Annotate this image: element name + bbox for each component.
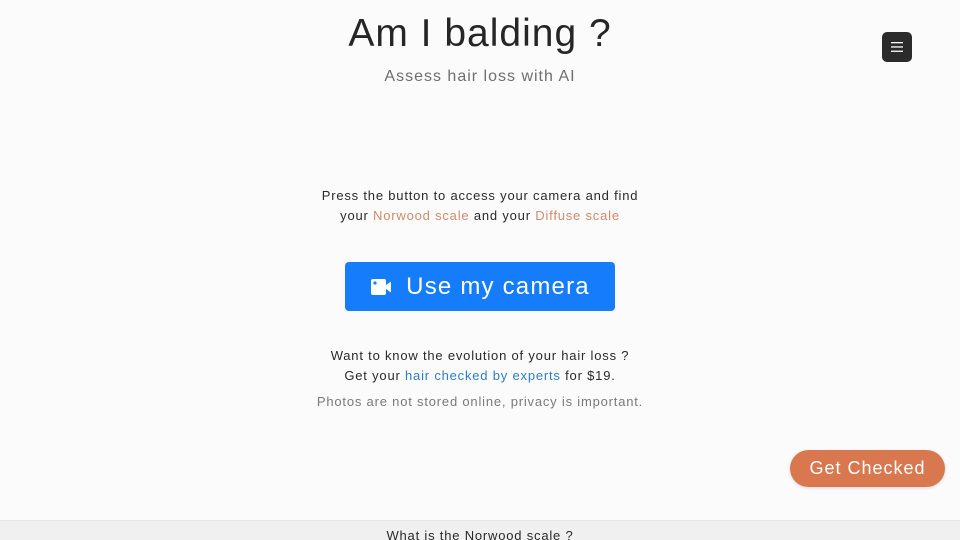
intro-middle: and your: [469, 207, 536, 223]
get-checked-button[interactable]: Get Checked: [790, 450, 945, 487]
video-camera-icon: [370, 278, 392, 296]
evolution-suffix: for $19.: [560, 367, 616, 383]
norwood-scale-link[interactable]: Norwood scale: [373, 208, 469, 223]
evolution-prefix: Get your: [344, 367, 406, 383]
evolution-text: Want to know the evolution of your hair …: [0, 346, 960, 385]
evolution-line-1: Want to know the evolution of your hair …: [330, 348, 630, 363]
diffuse-scale-link[interactable]: Diffuse scale: [535, 208, 620, 223]
evolution-line-2: Get your hair checked by experts for $19…: [0, 366, 960, 386]
page-subtitle: Assess hair loss with AI: [384, 68, 576, 85]
intro-line-2: your Norwood scale and your Diffuse scal…: [0, 206, 960, 226]
intro-prefix: your: [340, 207, 374, 223]
norwood-section-title: What is the Norwood scale ?: [386, 528, 574, 540]
hamburger-menu-icon: [891, 42, 903, 52]
intro-text: Press the button to access your camera a…: [0, 186, 960, 225]
page-title: Am I balding ?: [348, 12, 612, 55]
menu-button[interactable]: [882, 32, 912, 62]
hair-checked-link[interactable]: hair checked by experts: [405, 368, 561, 383]
privacy-note: Photos are not stored online, privacy is…: [316, 394, 644, 409]
intro-line-1: Press the button to access your camera a…: [321, 188, 639, 203]
use-camera-button[interactable]: Use my camera: [345, 262, 615, 311]
use-camera-label: Use my camera: [406, 272, 590, 300]
page: Am I balding ? Assess hair loss with AI …: [0, 0, 960, 540]
